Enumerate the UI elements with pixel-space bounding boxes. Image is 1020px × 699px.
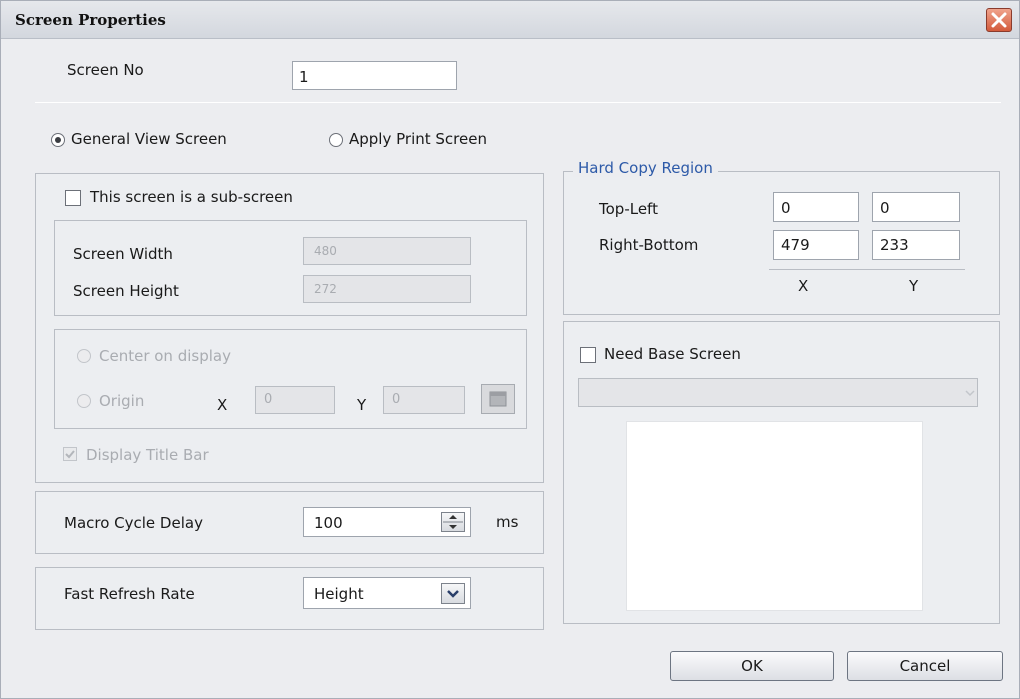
origin-y-input[interactable]: 0 xyxy=(383,386,465,414)
separator xyxy=(35,102,1001,103)
origin-y-value: 0 xyxy=(392,392,401,407)
base-screen-preview xyxy=(626,421,923,611)
top-left-y-input[interactable]: 0 xyxy=(872,192,960,222)
close-button[interactable] xyxy=(986,8,1012,32)
checkbox-disabled-checked xyxy=(63,447,77,461)
fast-refresh-label: Fast Refresh Rate xyxy=(64,585,195,603)
screen-no-input[interactable]: 1 xyxy=(292,61,457,90)
window-title: Screen Properties xyxy=(15,11,166,29)
screen-height-value: 272 xyxy=(314,282,337,296)
origin-y-label: Y xyxy=(357,396,367,414)
origin-x-value: 0 xyxy=(264,392,273,407)
position-group xyxy=(54,329,527,429)
screen-width-value: 480 xyxy=(314,244,337,258)
general-view-label: General View Screen xyxy=(71,130,227,148)
right-bottom-y-input[interactable]: 233 xyxy=(872,230,960,260)
ok-button[interactable]: OK xyxy=(670,651,834,681)
apply-print-label: Apply Print Screen xyxy=(349,130,487,148)
caption-separator xyxy=(769,269,965,270)
top-left-label: Top-Left xyxy=(599,200,658,218)
right-bottom-x-value: 479 xyxy=(781,236,810,254)
close-x-icon xyxy=(991,12,1007,28)
chevron-down-icon xyxy=(447,590,459,598)
fast-refresh-select[interactable]: Height xyxy=(303,577,471,609)
display-title-bar-label: Display Title Bar xyxy=(86,446,209,464)
screen-no-label: Screen No xyxy=(67,61,144,79)
radio-unselected-indicator xyxy=(329,133,343,147)
base-screen-select[interactable] xyxy=(578,378,978,407)
checkbox-box xyxy=(65,190,81,206)
right-bottom-y-value: 233 xyxy=(880,236,909,254)
hard-copy-legend: Hard Copy Region xyxy=(573,159,718,177)
radio-disabled-indicator xyxy=(77,394,91,408)
title-bar: Screen Properties xyxy=(1,1,1019,39)
macro-delay-label: Macro Cycle Delay xyxy=(64,514,203,532)
need-base-screen-label: Need Base Screen xyxy=(604,345,741,363)
top-left-y-value: 0 xyxy=(880,199,890,217)
screen-no-value: 1 xyxy=(299,68,309,86)
cancel-button[interactable]: Cancel xyxy=(847,651,1003,681)
screen-height-label: Screen Height xyxy=(73,282,179,300)
right-bottom-x-input[interactable]: 479 xyxy=(773,230,859,260)
origin-label: Origin xyxy=(99,392,145,410)
fast-refresh-value: Height xyxy=(314,585,364,603)
screen-width-label: Screen Width xyxy=(73,245,173,263)
origin-x-input[interactable]: 0 xyxy=(255,386,335,414)
top-left-x-value: 0 xyxy=(781,199,791,217)
macro-spinner[interactable] xyxy=(441,512,465,532)
macro-delay-input[interactable]: 100 xyxy=(303,507,471,537)
top-left-x-input[interactable]: 0 xyxy=(773,192,859,222)
checkmark-icon xyxy=(65,450,75,459)
screen-height-input[interactable]: 272 xyxy=(303,275,471,303)
origin-x-label: X xyxy=(217,396,228,414)
right-bottom-label: Right-Bottom xyxy=(599,236,699,254)
sub-screen-label: This screen is a sub-screen xyxy=(90,188,293,206)
screen-select-button[interactable] xyxy=(481,384,515,414)
chevron-down-icon xyxy=(965,390,975,397)
screen-properties-dialog: Screen Properties Screen No 1 General Vi… xyxy=(0,0,1020,699)
macro-delay-unit: ms xyxy=(496,513,519,531)
checkbox-box xyxy=(580,347,596,363)
dropdown-button[interactable] xyxy=(441,583,465,604)
x-caption: X xyxy=(798,277,809,295)
spin-up-down-icon xyxy=(443,515,463,529)
center-display-label: Center on display xyxy=(99,347,231,365)
screen-select-icon xyxy=(489,391,507,407)
radio-selected-indicator xyxy=(51,133,65,147)
macro-delay-value: 100 xyxy=(314,514,343,532)
radio-disabled-indicator xyxy=(77,349,91,363)
screen-width-input[interactable]: 480 xyxy=(303,237,471,265)
y-caption: Y xyxy=(909,277,919,295)
